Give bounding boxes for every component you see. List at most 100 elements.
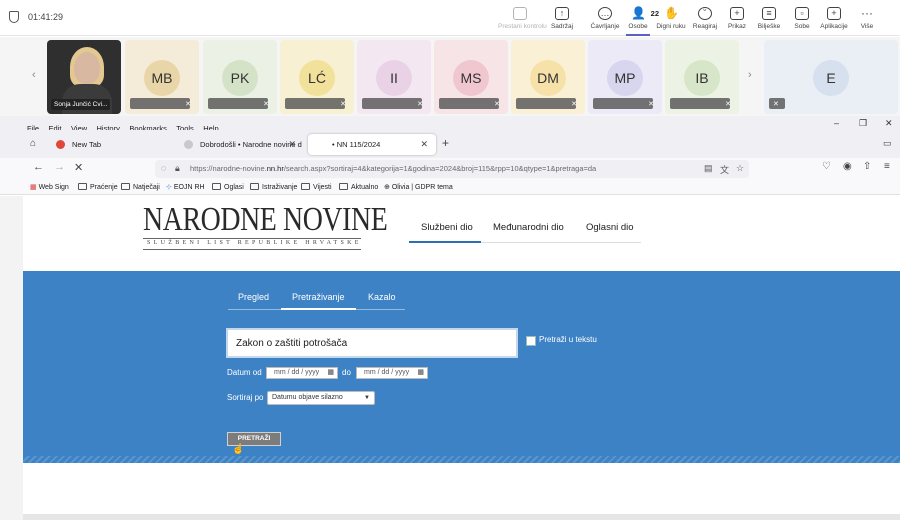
date-placeholder: mm / dd / yyyy: [274, 369, 320, 376]
extensions-icon[interactable]: ⇧: [863, 161, 871, 172]
reader-view-icon[interactable]: ▤: [704, 163, 713, 174]
stop-control-button[interactable]: Prestani kontrolu: [498, 4, 547, 34]
back-icon[interactable]: ←: [33, 161, 44, 173]
close-tab-icon[interactable]: ✕: [288, 134, 296, 155]
participant-tile[interactable]: E ✕: [764, 40, 898, 114]
bookmark-label: Aktualno: [351, 184, 379, 191]
app-menu-icon[interactable]: ≡: [884, 161, 890, 172]
section-sluzbeni[interactable]: Službeni dio: [421, 222, 473, 233]
tab-new-tab[interactable]: New Tab: [48, 134, 175, 155]
name-bar: [208, 98, 268, 109]
url-prefix: https://narodne-novine.: [190, 164, 267, 173]
participant-tile[interactable]: DM ✕: [511, 40, 585, 114]
subtab-pretrazivanje[interactable]: Pretraživanje: [292, 292, 345, 302]
avatar: E: [813, 60, 849, 96]
date-from-input[interactable]: mm / dd / yyyy ▦: [266, 367, 338, 379]
forward-icon[interactable]: →: [54, 161, 65, 173]
tab-title: Dobrodošli • Narodne novine d: [200, 140, 302, 149]
gallery-prev-icon[interactable]: ‹: [32, 69, 36, 81]
avatar: IB: [684, 60, 720, 96]
bookmark-label: Vijesti: [313, 184, 332, 191]
bookmark-pracenje[interactable]: Praćenje: [78, 183, 118, 191]
participant-tile[interactable]: MP ✕: [588, 40, 662, 114]
page-bottom-border: [23, 514, 900, 520]
fulltext-label: Pretraži u tekstu: [539, 335, 597, 344]
bookmarks-bar: ▦ Web Sign Praćenje Natječaji ⊹ EOJN RH …: [0, 180, 900, 195]
participant-tile[interactable]: LĆ ✕: [280, 40, 354, 114]
calendar-icon[interactable]: ▦: [327, 368, 334, 378]
participant-name: Sonja Junčić Cvi...: [51, 99, 111, 110]
bookmark-istrazivanje[interactable]: Istraživanje: [250, 183, 297, 191]
left-margin: [0, 196, 23, 520]
tab-nn-115[interactable]: • NN 115/2024 ✕: [308, 134, 436, 155]
firefox-tab-icon: [56, 140, 65, 149]
lock-icon[interactable]: 🔒︎: [175, 163, 180, 174]
share-content-button[interactable]: ↑ Sadržaj: [540, 4, 584, 34]
avatar: MS: [453, 60, 489, 96]
restore-icon[interactable]: ❐: [859, 118, 867, 129]
shield-icon[interactable]: ◌: [161, 163, 166, 173]
bookmark-label: Web Sign: [38, 184, 69, 191]
subtab-pregled[interactable]: Pregled: [238, 292, 269, 302]
section-medunarodni[interactable]: Međunarodni dio: [493, 222, 564, 233]
avatar: PK: [222, 60, 258, 96]
sort-select[interactable]: Datumu objave silazno ▼: [267, 391, 375, 405]
people-icon: 👤: [631, 6, 646, 20]
url-path: /search.aspx?sortiraj=4&kategorija=1&god…: [283, 164, 597, 173]
stop-icon[interactable]: ✕: [74, 161, 83, 174]
avatar: LĆ: [299, 60, 335, 96]
participant-tile[interactable]: IB ✕: [665, 40, 739, 114]
bookmark-web-sign[interactable]: ▦ Web Sign: [30, 183, 69, 191]
bookmark-olivia[interactable]: ⊕ Olivia | GDPR tema: [384, 183, 453, 191]
list-tabs-icon[interactable]: ▭: [883, 138, 892, 149]
narodne-novine-page: NARODNE NOVINE SLUŽBENI LIST REPUBLIKE H…: [23, 196, 900, 520]
search-input[interactable]: [226, 328, 518, 358]
close-tab-icon[interactable]: ✕: [420, 134, 428, 155]
participant-tile[interactable]: MS ✕: [434, 40, 508, 114]
sort-label: Sortiraj po: [227, 393, 264, 402]
gallery-next-icon[interactable]: ›: [748, 69, 752, 81]
logo-title[interactable]: NARODNE NOVINE: [143, 201, 388, 239]
close-window-icon[interactable]: ✕: [885, 118, 893, 129]
folder-icon: [121, 183, 130, 190]
url-bar[interactable]: ◌ 🔒︎ https://narodne-novine.nn.hr/search…: [155, 160, 749, 178]
bookmark-natjecaji[interactable]: Natječaji: [121, 183, 160, 191]
account-icon[interactable]: ◉: [843, 161, 852, 172]
bookmark-label: Istraživanje: [262, 184, 298, 191]
firefox-tab-strip: ⌂ New Tab Dobrodošli • Narodne novine d …: [0, 130, 900, 158]
date-to-input[interactable]: mm / dd / yyyy ▦: [356, 367, 428, 379]
bookmark-vijesti[interactable]: Vijesti: [301, 183, 332, 191]
apps-icon: +: [827, 7, 841, 20]
name-bar: [670, 98, 730, 109]
translate-icon[interactable]: 文: [720, 163, 729, 176]
bookmark-star-icon[interactable]: ☆: [736, 163, 744, 174]
bookmark-aktualno[interactable]: Aktualno: [339, 183, 378, 191]
tab-dobrodosli[interactable]: Dobrodošli • Narodne novine d ✕: [176, 134, 304, 155]
participant-tile[interactable]: PK ✕: [203, 40, 277, 114]
more-button[interactable]: ··· Više: [845, 4, 889, 34]
cast-icon: [513, 7, 527, 20]
subtab-kazalo[interactable]: Kazalo: [368, 292, 396, 302]
bookmark-label: Natječaji: [133, 184, 160, 191]
site-tab-icon: [184, 140, 193, 149]
firefox-menu-bar: File Edit View History Bookmarks Tools H…: [0, 116, 900, 133]
participant-tile[interactable]: MB ✕: [125, 40, 199, 114]
shield-icon: [9, 11, 19, 23]
mic-off-icon: ✕: [263, 101, 269, 108]
bookmark-label: Oglasi: [224, 184, 244, 191]
video-face: [74, 52, 100, 84]
fulltext-checkbox[interactable]: [526, 336, 536, 346]
participant-tile[interactable]: II ✕: [357, 40, 431, 114]
pocket-icon[interactable]: ♡: [822, 161, 831, 172]
emoji-icon: ˘: [698, 7, 712, 20]
participant-video-tile[interactable]: Sonja Junčić Cvi...: [47, 40, 121, 114]
minimize-icon[interactable]: –: [834, 118, 839, 128]
tab-overview-icon[interactable]: ⌂: [30, 138, 36, 149]
calendar-icon[interactable]: ▦: [417, 368, 424, 378]
bookmark-oglasi[interactable]: Oglasi: [212, 183, 244, 191]
new-tab-icon[interactable]: +: [442, 136, 449, 150]
section-oglasni[interactable]: Oglasni dio: [586, 222, 634, 233]
bookmark-eojn[interactable]: ⊹ EOJN RH: [166, 183, 205, 191]
folder-icon: [212, 183, 221, 190]
name-bar: [516, 98, 576, 109]
